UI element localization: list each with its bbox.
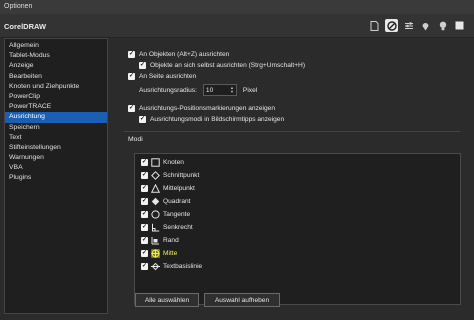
radius-unit: Pixel xyxy=(242,86,258,94)
select-all-button[interactable]: Alle auswählen xyxy=(135,293,199,307)
sidebar-item-powerclip[interactable]: PowerClip xyxy=(5,92,107,102)
divider xyxy=(124,131,460,132)
checkbox[interactable]: ✓ xyxy=(141,237,148,244)
sidebar-item-plugins[interactable]: Plugins xyxy=(5,173,107,183)
edge-icon xyxy=(151,236,160,245)
sidebar-item-bearbeiten[interactable]: Bearbeiten xyxy=(5,72,107,82)
checkbox[interactable]: ✓ xyxy=(128,73,135,80)
sidebar-item-knoten[interactable]: Knoten und Ziehpunkte xyxy=(5,82,107,92)
pin-icon[interactable] xyxy=(419,19,432,32)
mode-row[interactable]: ✓ Tangente xyxy=(141,210,190,219)
window-title: Optionen xyxy=(0,0,474,14)
mode-label: Mitte xyxy=(163,250,178,257)
checkbox[interactable]: ✓ xyxy=(141,263,148,270)
page-icon[interactable] xyxy=(368,19,381,32)
checkbox[interactable]: ✓ xyxy=(139,116,146,123)
mode-label: Senkrecht xyxy=(163,224,193,231)
snap-to-objects-option[interactable]: ✓ An Objekten (Alt+Z) ausrichten xyxy=(128,51,229,58)
option-label: An Objekten (Alt+Z) ausrichten xyxy=(139,51,230,58)
sidebar-item-stifteinstellungen[interactable]: Stifteinstellungen xyxy=(5,143,107,153)
center-icon xyxy=(151,249,160,258)
checkbox[interactable]: ✓ xyxy=(128,105,135,112)
show-markers-option[interactable]: ✓ Ausrichtungs-Positionsmarkierungen anz… xyxy=(128,105,275,112)
snap-radius-row: Ausrichtungsradius: 10 ▲ ▼ Pixel xyxy=(139,84,257,96)
mode-label: Schnittpunkt xyxy=(163,172,200,179)
option-label: Objekte an sich selbst ausrichten (Strg+… xyxy=(150,62,306,69)
checkbox[interactable]: ✓ xyxy=(141,250,148,257)
mode-label: Knoten xyxy=(163,159,184,166)
perpendicular-icon xyxy=(151,223,160,232)
radius-label: Ausrichtungsradius: xyxy=(139,86,197,94)
spin-arrows-icon[interactable]: ▲ ▼ xyxy=(230,86,234,94)
snap-to-page-option[interactable]: ✓ An Seite ausrichten xyxy=(128,73,196,80)
mode-label: Tangente xyxy=(163,211,191,218)
sidebar-item-vba[interactable]: VBA xyxy=(5,163,107,173)
checkbox[interactable]: ✓ xyxy=(141,224,148,231)
mode-row[interactable]: ✓ Quadrant xyxy=(141,197,191,206)
checkbox[interactable]: ✓ xyxy=(139,62,146,69)
sliders-icon[interactable] xyxy=(402,19,415,32)
mode-label: Mittelpunkt xyxy=(163,185,195,192)
mode-row[interactable]: ✓ Senkrecht xyxy=(141,223,193,232)
sidebar-item-tablet-modus[interactable]: Tablet-Modus xyxy=(5,51,107,61)
header-bar: CorelDRAW xyxy=(0,14,474,38)
mode-row[interactable]: ✓ Mittelpunkt xyxy=(141,184,195,193)
option-label: Ausrichtungs-Positionsmarkierungen anzei… xyxy=(139,105,275,112)
mode-label: Textbasislinie xyxy=(163,263,203,270)
mode-row[interactable]: ✓ Schnittpunkt xyxy=(141,171,199,180)
sidebar-item-allgemein[interactable]: Allgemein xyxy=(5,41,107,51)
options-panel: ✓ An Objekten (Alt+Z) ausrichten ✓ Objek… xyxy=(114,38,470,318)
mode-row[interactable]: ✓ Mitte xyxy=(141,249,177,258)
sidebar-item-anzeige[interactable]: Anzeige xyxy=(5,61,107,71)
midpoint-icon xyxy=(151,184,160,193)
option-label: Ausrichtungsmodi in Bildschirmtipps anze… xyxy=(150,116,285,123)
modi-list: ✓ Knoten ✓ Schnittpunkt ✓ Mittelpunkt ✓ xyxy=(134,153,461,305)
square-node-icon xyxy=(151,158,160,167)
snap-to-self-option[interactable]: ✓ Objekte an sich selbst ausrichten (Str… xyxy=(139,62,305,69)
mode-label: Quadrant xyxy=(163,198,191,205)
checkbox[interactable]: ✓ xyxy=(141,159,148,166)
text-baseline-icon xyxy=(151,262,160,271)
mode-label: Rand xyxy=(163,237,179,244)
quadrant-icon xyxy=(151,197,160,206)
mode-row[interactable]: ✓ Textbasislinie xyxy=(141,262,202,271)
intersection-icon xyxy=(151,171,160,180)
checkbox[interactable]: ✓ xyxy=(141,198,148,205)
checkbox[interactable]: ✓ xyxy=(128,51,135,58)
tangent-icon xyxy=(151,210,160,219)
show-tooltips-option[interactable]: ✓ Ausrichtungsmodi in Bildschirmtipps an… xyxy=(139,116,284,123)
option-label: An Seite ausrichten xyxy=(139,73,197,80)
sidebar: Allgemein Tablet-Modus Anzeige Bearbeite… xyxy=(4,38,108,314)
checkbox[interactable]: ✓ xyxy=(141,172,148,179)
checkbox[interactable]: ✓ xyxy=(141,185,148,192)
checkbox[interactable]: ✓ xyxy=(141,211,148,218)
sidebar-item-warnungen[interactable]: Warnungen xyxy=(5,153,107,163)
deselect-all-button[interactable]: Auswahl aufheben xyxy=(204,293,280,307)
radius-input[interactable]: 10 ▲ ▼ xyxy=(202,84,237,96)
sidebar-item-speichern[interactable]: Speichern xyxy=(5,123,107,133)
radius-value: 10 xyxy=(205,86,214,94)
mode-row[interactable]: ✓ Rand xyxy=(141,236,179,245)
sidebar-item-ausrichtung[interactable]: Ausrichtung xyxy=(5,112,107,123)
modi-label: Modi xyxy=(128,136,143,143)
page-title: CorelDRAW xyxy=(4,22,47,31)
header-icons xyxy=(368,19,466,32)
sidebar-item-powertrace[interactable]: PowerTRACE xyxy=(5,102,107,112)
mode-row[interactable]: ✓ Knoten xyxy=(141,158,184,167)
sidebar-item-text[interactable]: Text xyxy=(5,133,107,143)
square-icon[interactable] xyxy=(453,19,466,32)
bulb-icon[interactable] xyxy=(436,19,449,32)
no-entry-icon[interactable] xyxy=(385,19,398,32)
